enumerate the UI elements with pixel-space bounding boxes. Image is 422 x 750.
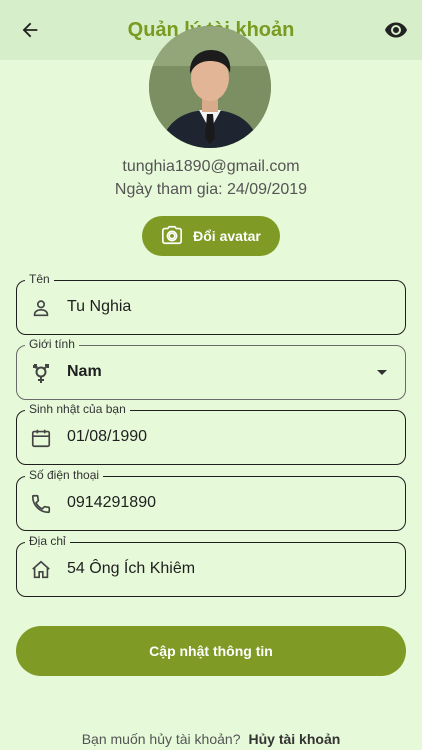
name-value: Tu Nghia xyxy=(67,298,132,315)
delete-account-prompt: Bạn muốn hủy tài khoản? xyxy=(81,731,241,747)
birthday-field-label: Sinh nhật của bạn xyxy=(25,402,130,416)
gender-select[interactable]: Giới tính Nam xyxy=(16,337,406,400)
address-field-label: Địa chỉ xyxy=(25,534,70,548)
gender-icon xyxy=(29,361,53,385)
change-avatar-button[interactable]: Đổi avatar xyxy=(142,216,280,256)
change-avatar-label: Đổi avatar xyxy=(193,228,261,244)
address-field[interactable]: Địa chỉ 54 Ông Ích Khiêm xyxy=(16,534,406,597)
gender-value: Nam xyxy=(67,363,102,380)
delete-account-footer: Bạn muốn hủy tài khoản? Hủy tài khoản xyxy=(0,731,422,747)
name-field-label: Tên xyxy=(25,272,54,286)
join-date-text: Ngày tham gia: 24/09/2019 xyxy=(114,181,308,198)
eye-icon[interactable] xyxy=(384,18,408,42)
phone-field-label: Số điện thoại xyxy=(25,468,104,482)
home-icon xyxy=(29,558,53,582)
birthday-value: 01/08/1990 xyxy=(67,428,148,445)
gender-field-label: Giới tính xyxy=(25,337,79,351)
phone-icon xyxy=(29,492,53,516)
update-info-button[interactable]: Cập nhật thông tin xyxy=(16,626,406,676)
delete-account-link[interactable]: Hủy tài khoản xyxy=(248,731,340,747)
calendar-icon xyxy=(29,426,53,450)
avatar xyxy=(149,26,271,148)
person-icon xyxy=(29,296,53,320)
phone-field[interactable]: Số điện thoại 0914291890 xyxy=(16,468,406,531)
name-field[interactable]: Tên Tu Nghia xyxy=(16,272,406,335)
phone-value: 0914291890 xyxy=(67,494,156,511)
address-value: 54 Ông Ích Khiêm xyxy=(67,560,196,577)
birthday-field[interactable]: Sinh nhật của bạn 01/08/1990 xyxy=(16,402,406,465)
email-text: tunghia1890@gmail.com xyxy=(122,158,300,175)
back-arrow-icon[interactable] xyxy=(18,18,42,42)
chevron-down-icon[interactable] xyxy=(377,370,387,375)
camera-icon xyxy=(161,224,183,249)
